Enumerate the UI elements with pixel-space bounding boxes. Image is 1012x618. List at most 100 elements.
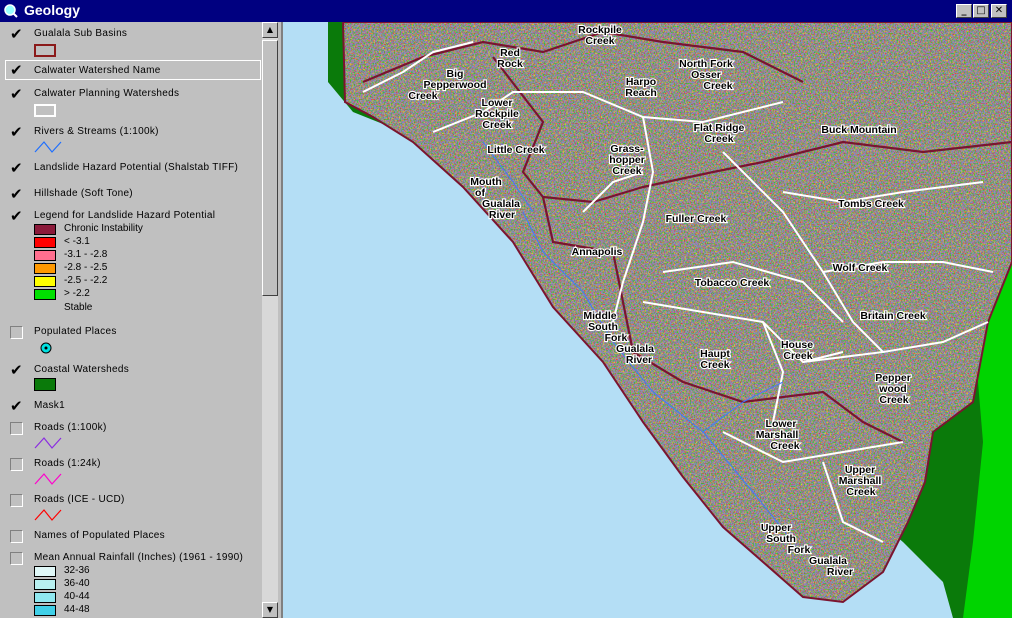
layer-name: Gualala Sub Basins — [34, 28, 128, 39]
maximize-icon: □ — [976, 5, 986, 16]
layer-name: Coastal Watersheds — [34, 364, 130, 375]
layer-visibility-checkbox[interactable] — [10, 458, 23, 471]
table-of-contents: Gualala Sub Basins Calwater Watershed Na… — [0, 22, 262, 618]
legend-label: -3.1 - -2.8 — [64, 249, 108, 260]
legend-class: -3.1 - -2.8 — [34, 249, 254, 262]
legend-swatch — [34, 250, 56, 261]
layer-name: Names of Populated Places — [34, 530, 165, 541]
legend-class: Chronic Instability — [34, 223, 254, 236]
legend-swatch — [34, 579, 56, 590]
map-label: Buck Mountain — [821, 124, 896, 136]
layer-visibility-checkbox[interactable] — [10, 123, 23, 141]
map-label: Pepper wood Creek — [875, 372, 911, 406]
polygon-outline-swatch — [34, 44, 56, 57]
legend-label: Chronic Instability — [64, 223, 143, 234]
layer-name: Calwater Planning Watersheds — [34, 88, 180, 99]
map-label: Annapolis — [572, 246, 623, 258]
toc-scrollbar[interactable]: ▲ ▼ — [262, 22, 278, 618]
arrow-up-icon: ▲ — [266, 25, 274, 34]
legend-swatch — [34, 263, 56, 274]
layer-name: Populated Places — [34, 326, 117, 337]
layer-visibility-checkbox[interactable] — [10, 397, 23, 415]
legend-swatch — [34, 566, 56, 577]
legend-label: 44-48 — [64, 604, 90, 615]
legend-label: 40-44 — [64, 591, 90, 602]
map-label: Tobacco Creek — [695, 277, 770, 289]
layer-visibility-checkbox[interactable] — [10, 326, 23, 339]
minimize-button[interactable]: _ — [956, 4, 972, 18]
app-globe-icon — [4, 4, 18, 18]
layer-visibility-checkbox[interactable] — [10, 61, 23, 79]
legend-class: 44-48 — [34, 604, 254, 617]
legend-class: 40-44 — [34, 591, 254, 604]
layer-visibility-checkbox[interactable] — [10, 530, 23, 543]
layer-name: Roads (1:100k) — [34, 422, 107, 433]
layer-name: Mask1 — [34, 400, 65, 411]
legend-label: > -2.2 — [64, 288, 90, 299]
legend-class: 32-36 — [34, 565, 254, 578]
map-label: Harpo Reach — [625, 76, 657, 99]
layer-name: Legend for Landslide Hazard Potential — [34, 210, 216, 221]
scroll-down-button[interactable]: ▼ — [262, 602, 278, 618]
point-symbol-icon — [40, 342, 52, 354]
line-symbol-icon — [34, 437, 62, 449]
map-canvas[interactable]: Rockpile Creek Red Rock Big Pepperwood Creek… — [283, 22, 1012, 618]
layer-visibility-checkbox[interactable] — [10, 361, 23, 379]
legend-label: Stable — [64, 302, 93, 313]
minimize-icon: _ — [961, 5, 967, 16]
map-label: Grass-hopper Creek — [609, 143, 645, 177]
legend-swatch — [34, 605, 56, 616]
window-titlebar: Geology _ □ ✕ — [0, 0, 1012, 22]
legend-class: < -3.1 — [34, 236, 254, 249]
line-symbol-icon — [34, 509, 62, 521]
legend-class: > -2.2 — [34, 288, 254, 301]
layer-visibility-checkbox[interactable] — [10, 185, 23, 203]
window-title: Geology — [24, 2, 81, 18]
legend-swatch — [34, 592, 56, 603]
legend-class: 36-40 — [34, 578, 254, 591]
layer-visibility-checkbox[interactable] — [10, 85, 23, 103]
map-label: Britain Creek — [860, 310, 926, 322]
layer-name: Mean Annual Rainfall (Inches) (1961 - 19… — [34, 552, 244, 563]
legend-label: -2.5 - -2.2 — [64, 275, 108, 286]
layer-visibility-checkbox[interactable] — [10, 494, 23, 507]
legend-class: -2.8 - -2.5 — [34, 262, 254, 275]
line-symbol-icon — [34, 141, 62, 153]
legend-label: 36-40 — [64, 578, 90, 589]
layer-name: Roads (ICE - UCD) — [34, 494, 125, 505]
polygon-fill-swatch — [34, 378, 56, 391]
layer-name: Roads (1:24k) — [34, 458, 101, 469]
layer-visibility-checkbox[interactable] — [10, 159, 23, 177]
legend-label: < -3.1 — [64, 236, 90, 247]
map-label: Fuller Creek — [666, 213, 727, 225]
map-label: Little Creek — [487, 144, 544, 156]
map-label: Tombs Creek — [838, 198, 904, 210]
layer-name: Calwater Watershed Name — [34, 65, 161, 76]
layer-name: Hillshade (Soft Tone) — [34, 188, 133, 199]
layer-name: Landslide Hazard Potential (Shalstab TIF… — [34, 162, 239, 173]
close-button[interactable]: ✕ — [991, 4, 1007, 18]
legend-swatch — [34, 224, 56, 235]
polygon-outline-swatch — [34, 104, 56, 117]
layer-visibility-checkbox[interactable] — [10, 25, 23, 43]
scroll-up-button[interactable]: ▲ — [262, 22, 278, 38]
scrollbar-thumb[interactable] — [262, 40, 278, 296]
map-label: Haupt Creek — [700, 348, 730, 371]
legend-class: -2.5 - -2.2 — [34, 275, 254, 288]
legend-swatch — [34, 237, 56, 248]
legend-label: -2.8 - -2.5 — [64, 262, 108, 273]
map-label: Wolf Creek — [833, 262, 888, 274]
map-label: House Creek — [781, 339, 813, 362]
arrow-down-icon: ▼ — [266, 605, 274, 614]
layer-visibility-checkbox[interactable] — [10, 552, 23, 565]
legend-class: Stable — [34, 302, 254, 315]
layer-visibility-checkbox[interactable] — [10, 422, 23, 435]
legend-swatch — [34, 276, 56, 287]
legend-swatch — [34, 289, 56, 300]
map-view[interactable]: Rockpile Creek Red Rock Big Pepperwood Creek… — [281, 22, 1012, 618]
layer-visibility-checkbox[interactable] — [10, 207, 23, 225]
maximize-button[interactable]: □ — [973, 4, 989, 18]
close-icon: ✕ — [994, 5, 1004, 16]
line-symbol-icon — [34, 473, 62, 485]
legend-label: 32-36 — [64, 565, 90, 576]
